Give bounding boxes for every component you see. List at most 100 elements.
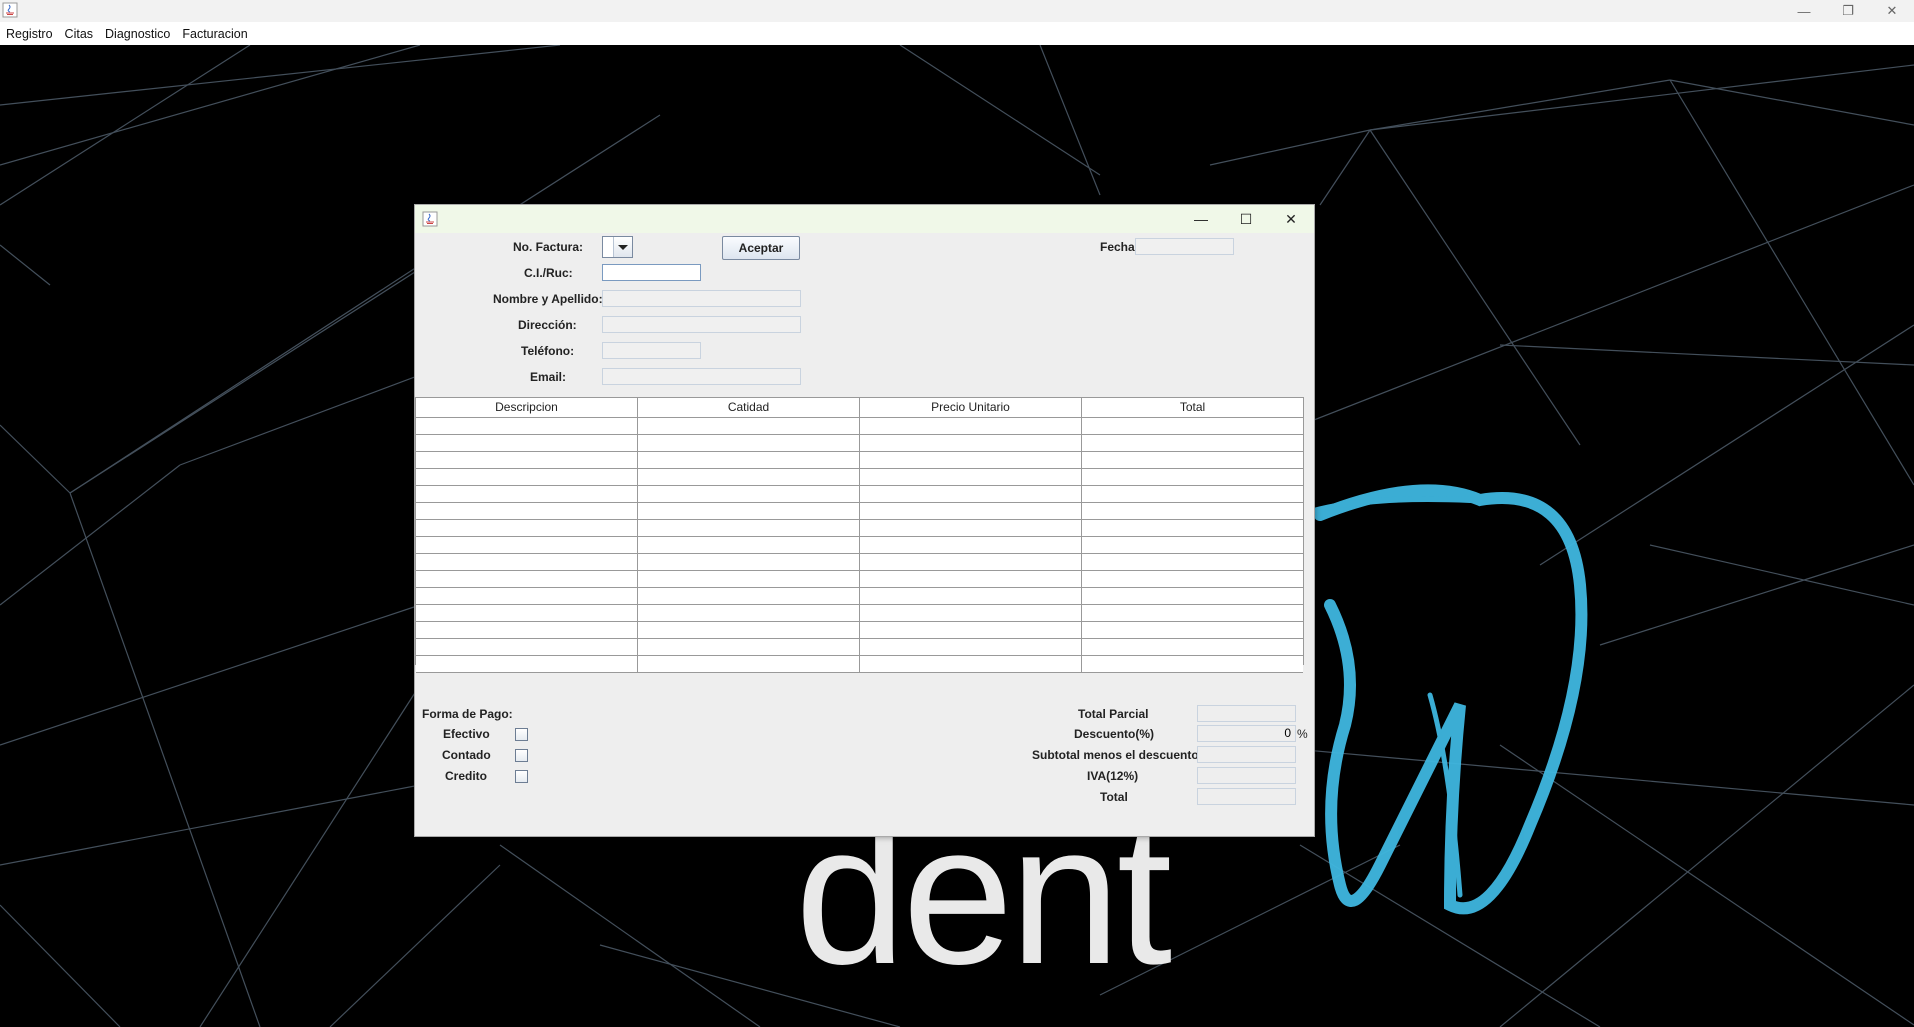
- close-button[interactable]: ✕: [1870, 0, 1914, 22]
- table-cell[interactable]: [416, 452, 638, 468]
- total-parcial-field[interactable]: [1197, 705, 1296, 722]
- table-cell[interactable]: [860, 469, 1082, 485]
- menu-facturacion[interactable]: Facturacion: [176, 27, 253, 41]
- table-cell[interactable]: [416, 537, 638, 553]
- table-row[interactable]: [416, 622, 1303, 639]
- telefono-field[interactable]: [602, 342, 701, 359]
- table-row[interactable]: [416, 656, 1303, 673]
- table-cell[interactable]: [860, 571, 1082, 587]
- table-cell[interactable]: [638, 605, 860, 621]
- table-row[interactable]: [416, 537, 1303, 554]
- table-cell[interactable]: [1082, 605, 1303, 621]
- table-cell[interactable]: [416, 622, 638, 638]
- table-cell[interactable]: [638, 452, 860, 468]
- column-header-precio-unitario[interactable]: Precio Unitario: [860, 398, 1082, 417]
- table-cell[interactable]: [416, 588, 638, 604]
- ci-ruc-field[interactable]: [602, 264, 701, 281]
- menu-registro[interactable]: Registro: [0, 27, 59, 41]
- table-row[interactable]: [416, 435, 1303, 452]
- table-cell[interactable]: [638, 622, 860, 638]
- table-cell[interactable]: [416, 418, 638, 434]
- column-header-cantidad[interactable]: Catidad: [638, 398, 860, 417]
- chevron-down-icon[interactable]: [613, 237, 632, 257]
- table-cell[interactable]: [638, 554, 860, 570]
- credito-checkbox[interactable]: [515, 770, 528, 783]
- table-cell[interactable]: [416, 656, 638, 672]
- table-cell[interactable]: [416, 486, 638, 502]
- table-cell[interactable]: [416, 469, 638, 485]
- table-row[interactable]: [416, 486, 1303, 503]
- table-cell[interactable]: [416, 605, 638, 621]
- table-cell[interactable]: [860, 588, 1082, 604]
- table-row[interactable]: [416, 503, 1303, 520]
- email-field[interactable]: [602, 368, 801, 385]
- table-row[interactable]: [416, 639, 1303, 656]
- table-cell[interactable]: [1082, 418, 1303, 434]
- table-cell[interactable]: [1082, 622, 1303, 638]
- table-cell[interactable]: [638, 537, 860, 553]
- table-cell[interactable]: [638, 656, 860, 672]
- table-row[interactable]: [416, 469, 1303, 486]
- table-cell[interactable]: [1082, 639, 1303, 655]
- table-cell[interactable]: [860, 554, 1082, 570]
- total-field[interactable]: [1197, 788, 1296, 805]
- iva-field[interactable]: [1197, 767, 1296, 784]
- descuento-field[interactable]: 0: [1197, 725, 1296, 742]
- table-cell[interactable]: [1082, 656, 1303, 672]
- table-row[interactable]: [416, 452, 1303, 469]
- table-cell[interactable]: [1082, 469, 1303, 485]
- table-cell[interactable]: [860, 656, 1082, 672]
- table-cell[interactable]: [1082, 452, 1303, 468]
- minimize-button[interactable]: —: [1782, 0, 1826, 22]
- restore-button[interactable]: ❐: [1826, 0, 1870, 22]
- table-cell[interactable]: [416, 554, 638, 570]
- table-cell[interactable]: [416, 520, 638, 536]
- subtotal-field[interactable]: [1197, 746, 1296, 763]
- direccion-field[interactable]: [602, 316, 801, 333]
- table-cell[interactable]: [638, 588, 860, 604]
- table-cell[interactable]: [638, 520, 860, 536]
- table-row[interactable]: [416, 571, 1303, 588]
- contado-checkbox[interactable]: [515, 749, 528, 762]
- frame-minimize-button[interactable]: —: [1181, 205, 1221, 233]
- table-cell[interactable]: [416, 639, 638, 655]
- table-row[interactable]: [416, 605, 1303, 622]
- table-cell[interactable]: [860, 605, 1082, 621]
- table-cell[interactable]: [416, 503, 638, 519]
- items-table[interactable]: Descripcion Catidad Precio Unitario Tota…: [415, 397, 1304, 673]
- efectivo-checkbox[interactable]: [515, 728, 528, 741]
- table-cell[interactable]: [860, 520, 1082, 536]
- table-cell[interactable]: [1082, 520, 1303, 536]
- table-cell[interactable]: [860, 435, 1082, 451]
- table-cell[interactable]: [1082, 588, 1303, 604]
- table-cell[interactable]: [860, 622, 1082, 638]
- table-cell[interactable]: [638, 469, 860, 485]
- nombre-field[interactable]: [602, 290, 801, 307]
- table-cell[interactable]: [860, 452, 1082, 468]
- fecha-field[interactable]: [1135, 238, 1234, 255]
- table-cell[interactable]: [638, 486, 860, 502]
- menu-diagnostico[interactable]: Diagnostico: [99, 27, 176, 41]
- table-cell[interactable]: [638, 418, 860, 434]
- aceptar-button[interactable]: Aceptar: [722, 236, 800, 260]
- table-cell[interactable]: [638, 571, 860, 587]
- table-cell[interactable]: [1082, 571, 1303, 587]
- column-header-total[interactable]: Total: [1082, 398, 1303, 417]
- table-row[interactable]: [416, 520, 1303, 537]
- table-cell[interactable]: [1082, 537, 1303, 553]
- table-cell[interactable]: [860, 503, 1082, 519]
- table-cell[interactable]: [416, 435, 638, 451]
- table-cell[interactable]: [638, 639, 860, 655]
- table-cell[interactable]: [1082, 503, 1303, 519]
- no-factura-combo[interactable]: [602, 236, 633, 258]
- table-cell[interactable]: [638, 435, 860, 451]
- table-cell[interactable]: [860, 639, 1082, 655]
- menu-citas[interactable]: Citas: [59, 27, 99, 41]
- frame-close-button[interactable]: ✕: [1271, 205, 1311, 233]
- table-row[interactable]: [416, 588, 1303, 605]
- table-cell[interactable]: [1082, 435, 1303, 451]
- table-cell[interactable]: [1082, 486, 1303, 502]
- frame-maximize-button[interactable]: ☐: [1226, 205, 1266, 233]
- column-header-descripcion[interactable]: Descripcion: [416, 398, 638, 417]
- table-cell[interactable]: [1082, 554, 1303, 570]
